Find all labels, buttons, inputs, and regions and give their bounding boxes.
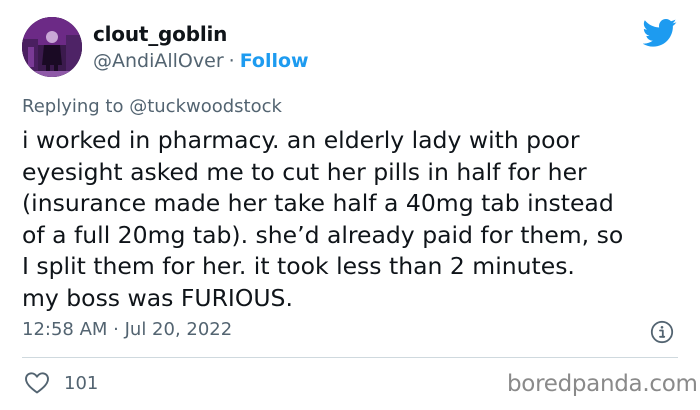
watermark: boredpanda.com (507, 371, 698, 397)
user-handle[interactable]: @AndiAllOver (93, 50, 224, 72)
tweet-text: i worked in pharmacy. an elderly lady wi… (22, 125, 682, 314)
tweet-line: of a full 20mg tab). she’d already paid … (22, 220, 624, 249)
avatar[interactable] (22, 17, 82, 77)
twitter-bird-icon[interactable] (643, 18, 677, 48)
tweet-line: i worked in pharmacy. an elderly lady wi… (22, 126, 580, 154)
like-count[interactable]: 101 (64, 373, 98, 394)
heart-icon[interactable] (24, 371, 50, 395)
tweet-line: (insurance made her take half a 40mg tab… (22, 189, 614, 217)
divider (22, 357, 678, 358)
replying-to: Replying to @tuckwoodstock (22, 96, 282, 117)
tweet-line: eyesight asked me to cut her pills in ha… (22, 157, 587, 186)
tweet-line: my boss was FURIOUS. (22, 283, 293, 312)
avatar-photo-icon (22, 17, 82, 77)
tweet-timestamp[interactable]: 12:58 AM · Jul 20, 2022 (22, 319, 232, 340)
tweet-card: clout_goblin @AndiAllOver · Follow Replyin… (0, 0, 700, 410)
info-icon[interactable] (650, 320, 674, 344)
follow-button[interactable]: Follow (240, 50, 309, 72)
handle-row: @AndiAllOver · Follow (93, 50, 309, 72)
handle-separator: · (228, 50, 235, 72)
display-name[interactable]: clout_goblin (93, 22, 227, 46)
tweet-line: I split them for her. it took less than … (22, 252, 575, 280)
